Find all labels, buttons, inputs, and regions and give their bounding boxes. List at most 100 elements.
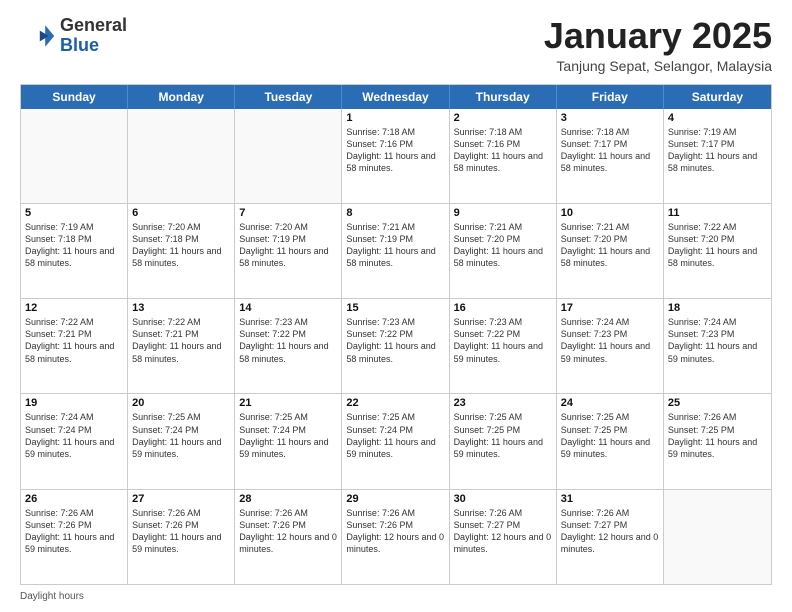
day-number: 17 [561,302,659,314]
day-number: 18 [668,302,767,314]
cell-details: Sunrise: 7:25 AM Sunset: 7:24 PM Dayligh… [132,411,230,460]
day-number: 12 [25,302,123,314]
calendar-cell: 26 Sunrise: 7:26 AM Sunset: 7:26 PM Dayli… [21,490,128,584]
weekday-header: Saturday [664,85,771,109]
cell-details: Sunrise: 7:23 AM Sunset: 7:22 PM Dayligh… [239,316,337,365]
logo-general-text: General [60,15,127,35]
day-number: 13 [132,302,230,314]
header: General Blue January 2025 Tanjung Sepat,… [20,16,772,74]
day-number: 16 [454,302,552,314]
calendar-cell: 18 Sunrise: 7:24 AM Sunset: 7:23 PM Dayli… [664,299,771,393]
day-number: 21 [239,397,337,409]
cell-details: Sunrise: 7:24 AM Sunset: 7:23 PM Dayligh… [668,316,767,365]
day-number: 25 [668,397,767,409]
day-number: 29 [346,493,444,505]
calendar-cell: 19 Sunrise: 7:24 AM Sunset: 7:24 PM Dayli… [21,394,128,488]
day-number: 26 [25,493,123,505]
calendar: SundayMondayTuesdayWednesdayThursdayFrid… [20,84,772,585]
cell-details: Sunrise: 7:21 AM Sunset: 7:19 PM Dayligh… [346,221,444,270]
cell-details: Sunrise: 7:23 AM Sunset: 7:22 PM Dayligh… [454,316,552,365]
day-number: 10 [561,207,659,219]
calendar-cell: 6 Sunrise: 7:20 AM Sunset: 7:18 PM Daylig… [128,204,235,298]
cell-details: Sunrise: 7:26 AM Sunset: 7:26 PM Dayligh… [239,507,337,556]
cell-details: Sunrise: 7:26 AM Sunset: 7:25 PM Dayligh… [668,411,767,460]
cell-details: Sunrise: 7:22 AM Sunset: 7:20 PM Dayligh… [668,221,767,270]
calendar-cell: 13Sunrise: 7:22 AM Sunset: 7:21 PM Dayli… [128,299,235,393]
cell-details: Sunrise: 7:24 AM Sunset: 7:24 PM Dayligh… [25,411,123,460]
day-number: 5 [25,207,123,219]
calendar-cell: 3Sunrise: 7:18 AM Sunset: 7:17 PM Daylig… [557,109,664,203]
calendar-body: 1Sunrise: 7:18 AM Sunset: 7:16 PM Daylig… [21,109,771,584]
weekday-header: Sunday [21,85,128,109]
calendar-cell: 31Sunrise: 7:26 AM Sunset: 7:27 PM Dayli… [557,490,664,584]
calendar-cell [128,109,235,203]
calendar-cell: 22Sunrise: 7:25 AM Sunset: 7:24 PM Dayli… [342,394,449,488]
calendar-row: 26 Sunrise: 7:26 AM Sunset: 7:26 PM Dayli… [21,490,771,584]
calendar-cell: 2 Sunrise: 7:18 AM Sunset: 7:16 PM Daylig… [450,109,557,203]
cell-details: Sunrise: 7:22 AM Sunset: 7:21 PM Dayligh… [25,316,123,365]
title-block: January 2025 Tanjung Sepat, Selangor, Ma… [544,16,772,74]
weekday-header: Tuesday [235,85,342,109]
calendar-cell: 29 Sunrise: 7:26 AM Sunset: 7:26 PM Dayli… [342,490,449,584]
calendar-cell: 28Sunrise: 7:26 AM Sunset: 7:26 PM Dayli… [235,490,342,584]
day-number: 30 [454,493,552,505]
calendar-cell: 24Sunrise: 7:25 AM Sunset: 7:25 PM Dayli… [557,394,664,488]
calendar-row: 12 Sunrise: 7:22 AM Sunset: 7:21 PM Dayli… [21,299,771,394]
day-number: 31 [561,493,659,505]
calendar-cell: 5Sunrise: 7:19 AM Sunset: 7:18 PM Daylig… [21,204,128,298]
calendar-cell: 30 Sunrise: 7:26 AM Sunset: 7:27 PM Dayli… [450,490,557,584]
weekday-header: Thursday [450,85,557,109]
logo-icon [20,18,56,54]
cell-details: Sunrise: 7:20 AM Sunset: 7:18 PM Dayligh… [132,221,230,270]
logo-blue-text: Blue [60,35,99,55]
day-number: 27 [132,493,230,505]
logo-text: General Blue [60,16,127,56]
cell-details: Sunrise: 7:18 AM Sunset: 7:16 PM Dayligh… [454,126,552,175]
cell-details: Sunrise: 7:24 AM Sunset: 7:23 PM Dayligh… [561,316,659,365]
weekday-header: Monday [128,85,235,109]
calendar-row: 1Sunrise: 7:18 AM Sunset: 7:16 PM Daylig… [21,109,771,204]
calendar-cell: 23 Sunrise: 7:25 AM Sunset: 7:25 PM Dayli… [450,394,557,488]
calendar-cell: 20Sunrise: 7:25 AM Sunset: 7:24 PM Dayli… [128,394,235,488]
calendar-cell: 8 Sunrise: 7:21 AM Sunset: 7:19 PM Daylig… [342,204,449,298]
cell-details: Sunrise: 7:21 AM Sunset: 7:20 PM Dayligh… [561,221,659,270]
calendar-cell: 21 Sunrise: 7:25 AM Sunset: 7:24 PM Dayli… [235,394,342,488]
location: Tanjung Sepat, Selangor, Malaysia [544,58,772,74]
day-number: 14 [239,302,337,314]
day-number: 6 [132,207,230,219]
calendar-cell [235,109,342,203]
calendar-cell: 17 Sunrise: 7:24 AM Sunset: 7:23 PM Dayli… [557,299,664,393]
cell-details: Sunrise: 7:25 AM Sunset: 7:24 PM Dayligh… [239,411,337,460]
day-number: 9 [454,207,552,219]
daylight-label: Daylight hours [20,591,84,602]
cell-details: Sunrise: 7:26 AM Sunset: 7:26 PM Dayligh… [346,507,444,556]
day-number: 19 [25,397,123,409]
cell-details: Sunrise: 7:21 AM Sunset: 7:20 PM Dayligh… [454,221,552,270]
weekday-header: Friday [557,85,664,109]
cell-details: Sunrise: 7:23 AM Sunset: 7:22 PM Dayligh… [346,316,444,365]
cell-details: Sunrise: 7:19 AM Sunset: 7:17 PM Dayligh… [668,126,767,175]
calendar-header: SundayMondayTuesdayWednesdayThursdayFrid… [21,85,771,109]
cell-details: Sunrise: 7:25 AM Sunset: 7:24 PM Dayligh… [346,411,444,460]
weekday-header: Wednesday [342,85,449,109]
calendar-cell: 12 Sunrise: 7:22 AM Sunset: 7:21 PM Dayli… [21,299,128,393]
day-number: 4 [668,112,767,124]
month-title: January 2025 [544,16,772,56]
day-number: 24 [561,397,659,409]
calendar-row: 19 Sunrise: 7:24 AM Sunset: 7:24 PM Dayli… [21,394,771,489]
calendar-cell: 1Sunrise: 7:18 AM Sunset: 7:16 PM Daylig… [342,109,449,203]
cell-details: Sunrise: 7:18 AM Sunset: 7:16 PM Dayligh… [346,126,444,175]
day-number: 23 [454,397,552,409]
cell-details: Sunrise: 7:26 AM Sunset: 7:26 PM Dayligh… [25,507,123,556]
calendar-cell: 25 Sunrise: 7:26 AM Sunset: 7:25 PM Dayli… [664,394,771,488]
cell-details: Sunrise: 7:25 AM Sunset: 7:25 PM Dayligh… [454,411,552,460]
day-number: 15 [346,302,444,314]
cell-details: Sunrise: 7:18 AM Sunset: 7:17 PM Dayligh… [561,126,659,175]
calendar-cell: 27Sunrise: 7:26 AM Sunset: 7:26 PM Dayli… [128,490,235,584]
calendar-cell: 10 Sunrise: 7:21 AM Sunset: 7:20 PM Dayli… [557,204,664,298]
cell-details: Sunrise: 7:26 AM Sunset: 7:27 PM Dayligh… [454,507,552,556]
day-number: 8 [346,207,444,219]
calendar-cell [21,109,128,203]
calendar-cell: 4 Sunrise: 7:19 AM Sunset: 7:17 PM Daylig… [664,109,771,203]
day-number: 2 [454,112,552,124]
